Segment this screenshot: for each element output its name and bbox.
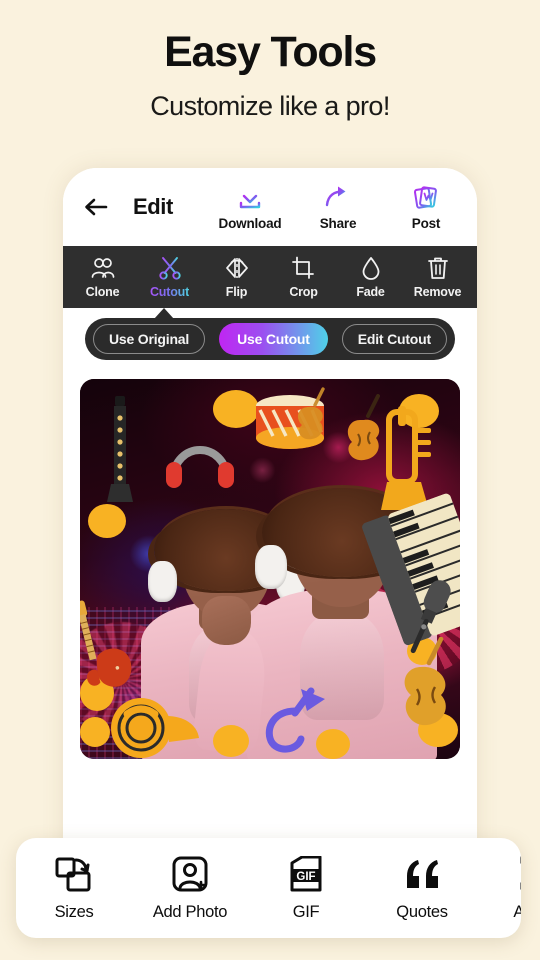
canvas-area: [63, 360, 477, 759]
download-icon: [236, 183, 264, 213]
segment-use-cutout[interactable]: Use Cutout: [219, 323, 328, 355]
headphones-sticker[interactable]: [164, 428, 236, 490]
add-photo-icon: [170, 854, 210, 896]
tool-cutout[interactable]: Cutout: [136, 255, 203, 299]
quotes-icon: [402, 854, 442, 896]
cutout-options-panel: Use Original Use Cutout Edit Cutout: [63, 308, 477, 360]
dot-sticker[interactable]: [213, 724, 249, 757]
bottom-toolbar: Sizes Add Photo GIF GIF Quotes A: [16, 838, 521, 938]
share-icon: [324, 183, 352, 213]
clarinet-sticker[interactable]: [106, 394, 133, 504]
bottom-item-add-text-label: Add Te: [513, 903, 521, 921]
tool-clone-label: Clone: [85, 285, 120, 299]
french-horn-sticker[interactable]: [107, 694, 203, 759]
dot-sticker[interactable]: [87, 504, 126, 539]
tool-remove[interactable]: Remove: [404, 255, 471, 299]
download-button[interactable]: Download: [217, 183, 283, 231]
back-arrow-icon[interactable]: [83, 193, 111, 221]
page-title: Easy Tools: [164, 28, 377, 76]
segment-use-original[interactable]: Use Original: [93, 324, 206, 354]
page-subtitle: Customize like a pro!: [150, 91, 390, 122]
gif-icon: GIF: [286, 854, 326, 896]
trumpet-sticker[interactable]: [373, 405, 435, 516]
bottom-item-add-photo-label: Add Photo: [152, 903, 228, 921]
post-icon: [412, 183, 440, 213]
headphone-left-ear: [147, 561, 177, 603]
download-label: Download: [218, 216, 282, 231]
bottom-item-sizes[interactable]: Sizes: [16, 854, 132, 922]
segmented-control: Use Original Use Cutout Edit Cutout: [85, 318, 455, 360]
tool-remove-label: Remove: [413, 285, 462, 299]
svg-text:GIF: GIF: [296, 871, 315, 883]
crop-icon: [291, 255, 317, 281]
tool-flip[interactable]: Flip: [203, 255, 270, 299]
scissors-icon: [157, 255, 183, 281]
bottom-item-gif-label: GIF: [292, 903, 320, 921]
app-top-bar: Edit Download Share Post: [63, 168, 477, 246]
headphone-left-ear-2: [254, 544, 288, 590]
bottom-item-sizes-label: Sizes: [54, 903, 94, 921]
tool-fade[interactable]: Fade: [337, 255, 404, 299]
acoustic-guitar-sticker[interactable]: [289, 386, 339, 443]
tool-crop-label: Crop: [289, 285, 318, 299]
bottom-item-gif[interactable]: GIF GIF: [248, 854, 364, 922]
promo-header: Easy Tools Customize like a pro!: [0, 0, 540, 122]
sizes-icon: [54, 854, 94, 896]
photo-canvas[interactable]: [80, 379, 460, 759]
tool-clone[interactable]: Clone: [69, 255, 136, 299]
purple-trumpet-sticker[interactable]: [255, 687, 333, 753]
share-button[interactable]: Share: [305, 183, 371, 231]
edit-tool-strip: Clone Cutout Flip Crop Fade Remove: [63, 246, 477, 308]
raised-fist: [201, 595, 251, 645]
clone-people-icon: [90, 255, 116, 281]
add-text-icon: T: [518, 854, 521, 896]
post-label: Post: [411, 216, 441, 231]
tool-flip-label: Flip: [225, 285, 248, 299]
segment-edit-cutout[interactable]: Edit Cutout: [341, 324, 447, 354]
bottom-item-quotes-label: Quotes: [396, 903, 448, 921]
trash-icon: [425, 255, 451, 281]
bottom-item-add-text[interactable]: T Add Te: [480, 854, 521, 922]
share-label: Share: [319, 216, 357, 231]
bottom-item-add-photo[interactable]: Add Photo: [132, 854, 248, 922]
appbar-actions: Download Share Post: [217, 183, 463, 231]
post-button[interactable]: Post: [393, 183, 459, 231]
droplet-icon: [358, 255, 384, 281]
active-tool-caret: [154, 308, 174, 319]
tool-crop[interactable]: Crop: [270, 255, 337, 299]
tool-cutout-label: Cutout: [149, 285, 190, 299]
phone-mockup: Edit Download Share Post Clone Cutout Fl…: [63, 168, 477, 868]
appbar-title: Edit: [133, 194, 173, 219]
dot-sticker[interactable]: [80, 717, 110, 748]
bottom-item-quotes[interactable]: Quotes: [364, 854, 480, 922]
tool-fade-label: Fade: [356, 285, 385, 299]
flip-icon: [224, 255, 250, 281]
